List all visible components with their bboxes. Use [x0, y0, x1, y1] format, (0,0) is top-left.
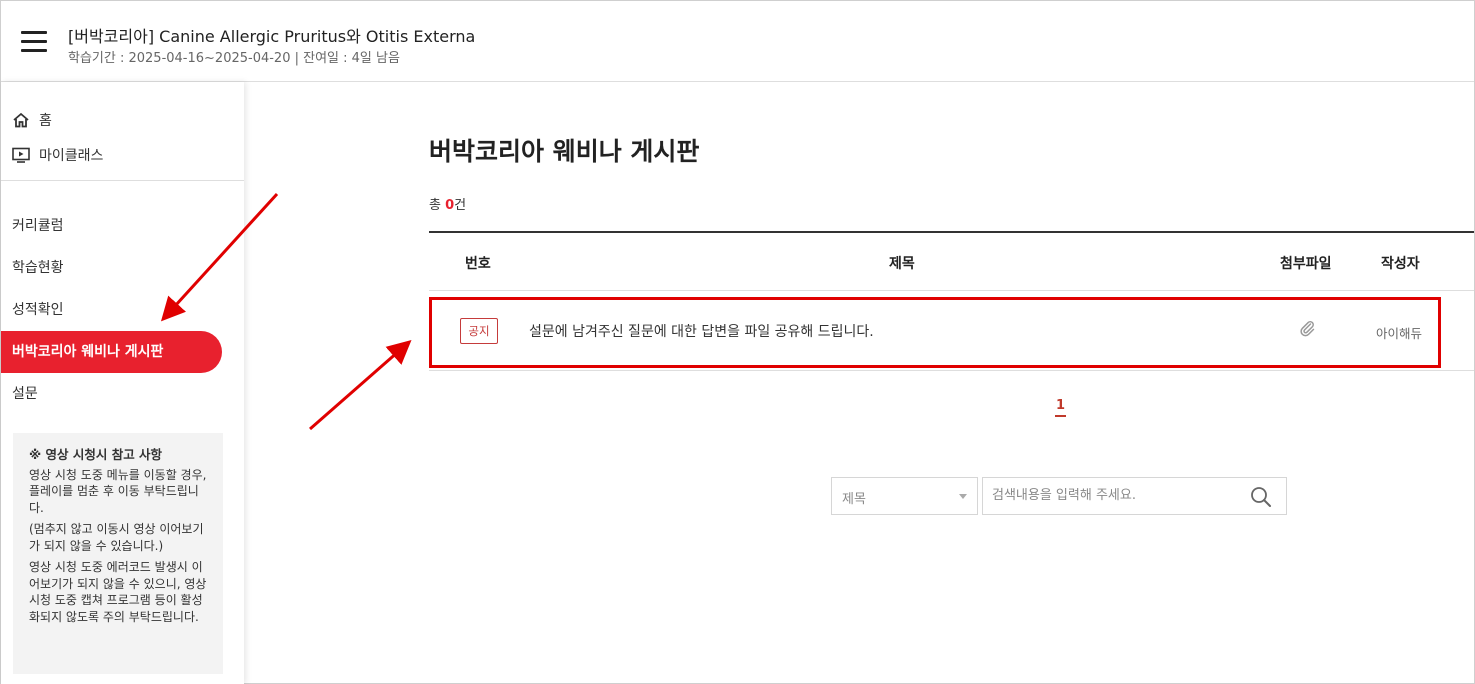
course-title: [버박코리아] Canine Allergic Pruritus와 Otitis…	[68, 27, 476, 46]
video-notice-text-1: 영상 시청 도중 메뉴를 이동할 경우, 플레이를 멈춘 후 이동 부탁드립니다…	[29, 467, 207, 515]
notice-badge: 공지	[460, 318, 498, 344]
search-input[interactable]	[983, 478, 1233, 512]
home-icon	[13, 112, 29, 127]
sidebar-top-nav: 홈 마이클래스	[1, 82, 244, 181]
column-header-author: 작성자	[1381, 256, 1420, 272]
sidebar-item-curriculum[interactable]: 커리큘럼	[1, 205, 244, 247]
sidebar-item-home-label: 홈	[39, 112, 52, 129]
total-count-value: 0	[445, 198, 455, 213]
post-author: 아이해듀	[1376, 326, 1423, 341]
course-period: 학습기간 : 2025-04-16~2025-04-20 | 잔여일 : 4일 …	[68, 51, 400, 66]
sidebar-item-grades[interactable]: 성적확인	[1, 289, 244, 331]
sidebar-item-webinar-board[interactable]: 버박코리아 웨비나 게시판	[1, 331, 222, 373]
total-suffix: 건	[454, 198, 467, 213]
chevron-down-icon	[959, 494, 967, 499]
video-notice-box: ※ 영상 시청시 참고 사항 영상 시청 도중 메뉴를 이동할 경우, 플레이를…	[13, 433, 223, 674]
annotation-arrow-row	[309, 340, 412, 431]
total-prefix: 총	[429, 198, 446, 213]
sidebar: 홈 마이클래스 커리큘럼 학습현황 성적확인 버박코리아 웨비나 게시판 설문 …	[1, 82, 244, 684]
column-header-title: 제목	[889, 256, 915, 272]
sidebar-item-myclass[interactable]: 마이클래스	[1, 137, 244, 172]
post-title-link[interactable]: 설문에 남겨주신 질문에 대한 답변을 파일 공유해 드립니다.	[529, 321, 874, 341]
column-header-attachment: 첨부파일	[1280, 256, 1332, 272]
video-notice-title: ※ 영상 시청시 참고 사항	[29, 447, 163, 462]
total-count: 총 0건	[429, 194, 466, 213]
hamburger-menu-icon[interactable]	[21, 31, 47, 53]
sidebar-item-learning-status[interactable]: 학습현황	[1, 247, 244, 289]
pagination-page-current[interactable]: 1	[1055, 398, 1067, 417]
table-row[interactable]: 공지 설문에 남겨주신 질문에 대한 답변을 파일 공유해 드립니다. 아이해듀	[429, 291, 1474, 371]
video-notice-text-3: 영상 시청 도중 에러코드 발생시 이어보기가 되지 않을 수 있으니, 영상 …	[29, 560, 207, 624]
search-icon[interactable]	[1250, 486, 1272, 512]
column-header-no: 번호	[465, 256, 491, 272]
sidebar-item-survey[interactable]: 설문	[1, 373, 244, 415]
search-input-wrapper	[982, 477, 1287, 515]
monitor-play-icon	[12, 147, 30, 163]
sidebar-item-myclass-label: 마이클래스	[39, 147, 104, 164]
board-table: 번호 제목 첨부파일 작성자 공지 설문에 남겨주신 질문에 대한 답변을 파일…	[429, 231, 1474, 371]
sidebar-item-home[interactable]: 홈	[1, 102, 244, 137]
sidebar-menu: 커리큘럼 학습현황 성적확인 버박코리아 웨비나 게시판 설문	[1, 181, 244, 415]
page-title: 버박코리아 웨비나 게시판	[429, 137, 700, 166]
search-field-select[interactable]: 제목	[831, 477, 978, 515]
video-notice-text-2: (멈추지 않고 이동시 영상 이어보기가 되지 않을 수 있습니다.)	[29, 522, 204, 553]
top-header: [버박코리아] Canine Allergic Pruritus와 Otitis…	[1, 1, 1474, 82]
search-bar: 제목	[831, 477, 1287, 515]
search-field-selected: 제목	[842, 492, 866, 507]
paperclip-icon[interactable]	[1298, 319, 1316, 341]
table-header: 번호 제목 첨부파일 작성자	[429, 233, 1474, 291]
